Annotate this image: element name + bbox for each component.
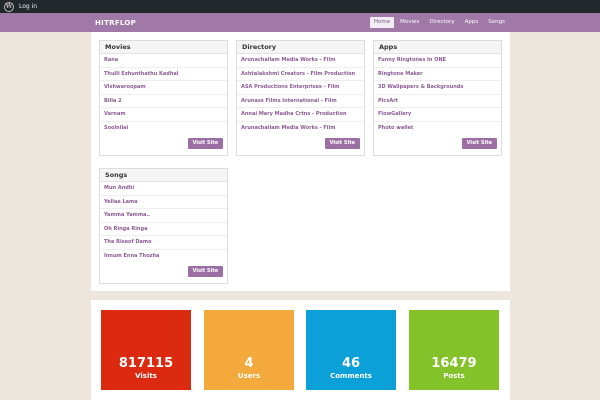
list-item[interactable]: Annai Mary Madha Crtns - Production [237, 108, 364, 122]
list-item[interactable]: Arunass Films International - Film [237, 95, 364, 108]
list-item[interactable]: ASA Productions Enterprises - Film [237, 81, 364, 95]
directory-widget: Directory Arunachallam Media Works - Fil… [236, 40, 365, 156]
stat-posts: 16479 Posts [409, 310, 499, 390]
songs-widget: Songs Mun Andhi Yellae Lama Yamma Yamma.… [99, 168, 228, 284]
nav-directory[interactable]: Directory [425, 17, 458, 28]
nav-apps[interactable]: Apps [461, 17, 483, 28]
content-panel: Movies Rana Thulli Ezhunthathu Kadhal Vi… [91, 32, 510, 291]
directory-list: Arunachallam Media Works - Film Ashtalak… [237, 54, 364, 135]
stats-panel: 817115 Visits 4 Users 46 Comments 16479 … [91, 300, 510, 400]
list-item[interactable]: Rana [100, 54, 227, 68]
admin-bar: W Log in [0, 0, 600, 13]
movies-widget: Movies Rana Thulli Ezhunthathu Kadhal Vi… [99, 40, 228, 156]
widget-footer: Visit Site [100, 263, 227, 283]
list-item[interactable]: Ringtone Maker [374, 68, 501, 81]
list-item[interactable]: PicsArt [374, 95, 501, 108]
widget-title: Songs [100, 169, 227, 182]
widget-footer: Visit Site [100, 135, 227, 155]
list-item[interactable]: Thulli Ezhunthathu Kadhal [100, 68, 227, 81]
site-title[interactable]: HITRFLOP [95, 19, 136, 27]
stat-label: Users [237, 372, 261, 380]
list-item[interactable]: Arunachallam Media Works - Film [237, 122, 364, 136]
site-header: HITRFLOP Home Movies Directory Apps Song… [0, 13, 600, 32]
list-item[interactable]: Yamma Yamma.. [100, 209, 227, 223]
login-link[interactable]: Log in [19, 3, 37, 10]
movies-list: Rana Thulli Ezhunthathu Kadhal Vishwaroo… [100, 54, 227, 135]
stat-label: Comments [330, 372, 372, 380]
apps-list: Funny Ringtones In ONE Ringtone Maker 3D… [374, 54, 501, 135]
songs-list: Mun Andhi Yellae Lama Yamma Yamma.. Oh R… [100, 182, 227, 263]
list-item[interactable]: Soolnilai [100, 122, 227, 136]
list-item[interactable]: Vishwaroopam [100, 81, 227, 95]
list-item[interactable]: Ashtalakshmi Creators - Film Production [237, 68, 364, 81]
list-item[interactable]: Yellae Lama [100, 196, 227, 209]
stat-visits: 817115 Visits [101, 310, 191, 390]
stat-value: 4 [244, 356, 254, 371]
visit-site-button[interactable]: Visit Site [324, 138, 360, 149]
visit-site-button[interactable]: Visit Site [187, 266, 223, 277]
list-item[interactable]: Oh Ringa Ringa [100, 223, 227, 236]
widget-title: Directory [237, 41, 364, 54]
widget-title: Apps [374, 41, 501, 54]
list-item[interactable]: Photo wallet [374, 122, 501, 136]
visit-site-button[interactable]: Visit Site [461, 138, 497, 149]
widget-footer: Visit Site [237, 135, 364, 155]
main-nav: Home Movies Directory Apps Songs [369, 17, 509, 28]
list-item[interactable]: Arunachallam Media Works - Film [237, 54, 364, 68]
apps-widget: Apps Funny Ringtones In ONE Ringtone Mak… [373, 40, 502, 156]
nav-songs[interactable]: Songs [484, 17, 509, 28]
visit-site-button[interactable]: Visit Site [187, 138, 223, 149]
list-item[interactable]: 3D Wallpapers & Backgrounds [374, 81, 501, 95]
nav-movies[interactable]: Movies [396, 17, 423, 28]
widget-footer: Visit Site [374, 135, 501, 155]
list-item[interactable]: Varnam [100, 108, 227, 122]
stat-label: Posts [443, 372, 465, 380]
stat-label: Visits [135, 372, 157, 380]
list-item[interactable]: The Riseof Damo [100, 236, 227, 250]
list-item[interactable]: Funny Ringtones In ONE [374, 54, 501, 68]
stat-users: 4 Users [204, 310, 294, 390]
wordpress-icon[interactable]: W [4, 1, 14, 12]
stat-comments: 46 Comments [306, 310, 396, 390]
widget-title: Movies [100, 41, 227, 54]
list-item[interactable]: FlowGallery [374, 108, 501, 122]
nav-home[interactable]: Home [369, 17, 395, 28]
list-item[interactable]: Innum Enna Thozha [100, 250, 227, 264]
stat-value: 817115 [118, 356, 174, 371]
list-item[interactable]: Billa 2 [100, 95, 227, 108]
list-item[interactable]: Mun Andhi [100, 182, 227, 196]
stat-value: 46 [341, 356, 361, 371]
stat-value: 16479 [431, 356, 477, 371]
